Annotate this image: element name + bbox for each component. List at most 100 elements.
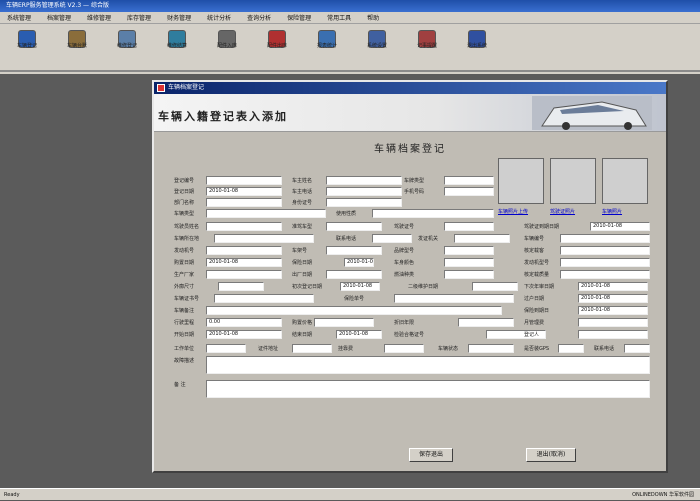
input-next-inspect[interactable]: 2010-01-08 [578, 282, 648, 291]
input-brand[interactable] [444, 246, 494, 255]
input-issuer[interactable] [454, 234, 510, 243]
input-engine-no[interactable] [206, 246, 282, 255]
input-start-date[interactable]: 2010-01-08 [206, 330, 282, 339]
input-license-expiry[interactable]: 2010-01-08 [590, 222, 650, 231]
menu-archive[interactable]: 档案管理 [42, 13, 76, 22]
toolbar-button[interactable]: 系统设置 [352, 24, 402, 70]
cancel-button[interactable]: 退出(取消) [526, 448, 576, 462]
input-manufacturer[interactable] [206, 270, 282, 279]
toolbar-button-label: 配件入库 [216, 43, 237, 49]
field-label-seats: 核定载客 [524, 248, 545, 254]
input-body-color[interactable] [444, 258, 494, 267]
input-vehicle-no[interactable] [560, 234, 650, 243]
input-cert-no[interactable] [214, 294, 314, 303]
input-eng-model[interactable] [560, 258, 650, 267]
menu-insurance[interactable]: 保险管理 [282, 13, 316, 22]
window-title: 车辆ERP服务管理系统 V2.3 — 综合版 [0, 0, 700, 12]
toolbar-button[interactable]: 配件入库 [202, 24, 252, 70]
input-seats[interactable] [560, 246, 650, 255]
input-monthly-fee[interactable] [578, 318, 648, 327]
input-plate-type[interactable] [444, 176, 494, 185]
photo-upload-link[interactable]: 车辆照片上传 [498, 208, 528, 215]
input-mileage[interactable]: 0.00 [206, 318, 282, 327]
menu-stock[interactable]: 库存管理 [122, 13, 156, 22]
toolbar-button[interactable]: 记事提醒 [402, 24, 452, 70]
toolbar-button[interactable]: 维修结算 [152, 24, 202, 70]
field-label-buy-date: 购置日期 [174, 260, 195, 266]
menu-stats[interactable]: 统计分析 [202, 13, 236, 22]
menu-tools[interactable]: 常用工具 [322, 13, 356, 22]
input-id-no[interactable] [326, 198, 402, 207]
input-fuel[interactable] [444, 270, 494, 279]
field-label-gps: 是否装GPS [524, 346, 550, 352]
input-gps[interactable] [558, 344, 584, 353]
input-reg-fee[interactable] [384, 344, 424, 353]
field-label-eng-model: 发动机型号 [524, 260, 550, 266]
input-buy-date[interactable]: 2010-01-08 [206, 258, 282, 267]
input-vehicle-type[interactable] [206, 209, 326, 218]
input-mobile[interactable] [444, 187, 494, 196]
toolbar-button[interactable]: 车辆台账 [52, 24, 102, 70]
input-fault-desc[interactable] [206, 356, 650, 374]
photo-frame[interactable] [498, 158, 544, 204]
input-remark[interactable] [206, 380, 650, 398]
input-vehicle-addr[interactable] [214, 234, 314, 243]
field-label-vehicle-state: 车辆状态 [438, 346, 459, 352]
field-label-reg-fee: 挂靠费 [338, 346, 354, 352]
input-dept[interactable] [206, 198, 282, 207]
input-frame-no[interactable] [326, 246, 382, 255]
field-label-work-unit: 工作单位 [174, 346, 195, 352]
photo-upload-link[interactable]: 驾驶证照片 [550, 208, 575, 215]
input-insure-date[interactable]: 2010-01-08 [344, 258, 374, 267]
field-label-usage: 使用性质 [336, 211, 357, 217]
input-vehicle-state[interactable] [468, 344, 514, 353]
input-insurance-no[interactable] [394, 294, 514, 303]
toolbar-button[interactable]: 维修登记 [102, 24, 152, 70]
input-insure-expiry[interactable]: 2010-01-08 [578, 306, 648, 315]
input-license-type[interactable] [326, 222, 382, 231]
input-purchase-price[interactable] [314, 318, 374, 327]
input-dimensions[interactable] [218, 282, 264, 291]
toolbar-button[interactable]: 配件出库 [252, 24, 302, 70]
menu-help[interactable]: 帮助 [362, 13, 384, 22]
photo-frame[interactable] [550, 158, 596, 204]
input-first-reg[interactable]: 2010-01-08 [340, 282, 380, 291]
input-contact[interactable] [372, 234, 412, 243]
input-reg-date[interactable]: 2010-01-08 [206, 187, 282, 196]
input-owner-phone[interactable] [326, 187, 402, 196]
input-driver[interactable] [206, 222, 282, 231]
field-label-id-no: 身份证号 [292, 200, 313, 206]
input-addr[interactable] [292, 344, 332, 353]
status-text: Ready [4, 492, 20, 498]
input-signup[interactable] [578, 330, 648, 339]
input-inspect[interactable] [472, 282, 518, 291]
toolbar-button[interactable]: 报表统计 [302, 24, 352, 70]
field-label-fault-desc: 故障描述 [174, 358, 195, 364]
input-tonnage[interactable] [560, 270, 650, 279]
input-reg-no[interactable] [206, 176, 282, 185]
toolbar-button-label: 维修登记 [116, 43, 137, 49]
input-owner[interactable] [326, 176, 402, 185]
input-note1[interactable] [206, 306, 502, 315]
input-work-unit[interactable] [206, 344, 246, 353]
toolbar-button[interactable]: 退出系统 [452, 24, 502, 70]
dialog-title-bar[interactable]: 车辆档案登记 [154, 82, 666, 94]
photo-upload-link[interactable]: 车辆照片 [602, 208, 622, 215]
input-transfer[interactable]: 2010-01-08 [578, 294, 648, 303]
input-license-no[interactable] [444, 222, 494, 231]
input-made-date[interactable] [326, 270, 382, 279]
photo-frame[interactable] [602, 158, 648, 204]
menu-repair[interactable]: 维修管理 [82, 13, 116, 22]
toolbar-button[interactable]: 车辆登记 [2, 24, 52, 70]
input-tel2[interactable] [624, 344, 650, 353]
input-end-date[interactable]: 2010-01-08 [336, 330, 382, 339]
menu-system[interactable]: 系统管理 [2, 13, 36, 22]
toolbar: 车辆登记 车辆台账 维修登记 维修结算 配件入库 配件出库 报表统计 系统设置 记事提醒 退出系统 [0, 24, 700, 72]
input-depreciation[interactable] [458, 318, 514, 327]
car-illustration-icon [532, 96, 652, 130]
input-usage[interactable] [372, 209, 494, 218]
dialog-system-icon [157, 84, 165, 92]
menu-finance[interactable]: 财务管理 [162, 13, 196, 22]
save-button[interactable]: 保存退出 [409, 448, 453, 462]
menu-query[interactable]: 查询分析 [242, 13, 276, 22]
